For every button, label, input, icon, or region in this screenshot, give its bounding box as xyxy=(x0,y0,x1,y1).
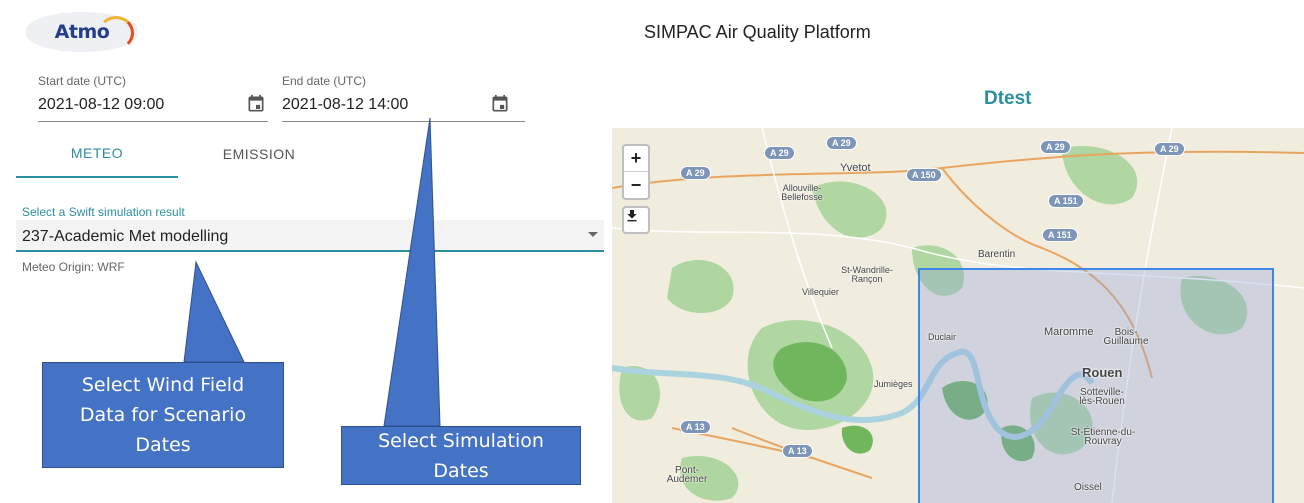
start-date-value[interactable]: 2021-08-12 09:00 xyxy=(38,96,164,114)
atmo-logo: Atmo xyxy=(26,12,138,52)
calendar-icon[interactable] xyxy=(490,94,510,114)
app-page: Atmo SIMPAC Air Quality Platform Start d… xyxy=(0,0,1304,503)
place-label: Sotteville-lès-Rouen xyxy=(1079,387,1125,407)
map-view[interactable]: A 29 A 29 A 29 A 150 A 29 A 29 A 151 A 1… xyxy=(612,128,1304,503)
road-label: A 29 xyxy=(826,136,857,150)
callout-simulation-dates: Select Simulation Dates xyxy=(341,426,581,485)
road-label: A 29 xyxy=(680,166,711,180)
place-label: Bois-Guillaume xyxy=(1103,327,1149,347)
road-label: A 29 xyxy=(1154,142,1185,156)
place-label: Yvetot xyxy=(840,162,871,174)
road-label: A 150 xyxy=(906,168,942,182)
place-label: Maromme xyxy=(1044,326,1094,338)
dropdown-arrow-icon[interactable] xyxy=(588,232,598,237)
place-label: Allouville-Bellefosse xyxy=(781,183,823,202)
scenario-name: Dtest xyxy=(984,88,1032,109)
place-label: Duclair xyxy=(928,332,957,342)
download-icon xyxy=(627,210,637,222)
place-label: St-Étienne-du-Rouvray xyxy=(1070,427,1136,447)
zoom-out-button[interactable]: − xyxy=(624,172,648,198)
tab-emission[interactable]: EMISSION xyxy=(178,130,340,178)
place-label: Oissel xyxy=(1074,482,1102,493)
road-label: A 151 xyxy=(1042,228,1078,242)
road-label: A 13 xyxy=(782,444,813,458)
calendar-icon[interactable] xyxy=(246,94,266,114)
end-date-label: End date (UTC) xyxy=(282,74,367,88)
app-title: SIMPAC Air Quality Platform xyxy=(644,22,871,42)
tab-bar: METEO EMISSION xyxy=(16,130,608,180)
road-label: A 29 xyxy=(764,146,795,160)
zoom-control: + − xyxy=(622,144,650,200)
download-button[interactable] xyxy=(622,206,650,234)
meteo-origin: Meteo Origin: WRF xyxy=(22,260,125,274)
tab-meteo[interactable]: METEO xyxy=(16,130,178,178)
zoom-in-button[interactable]: + xyxy=(624,146,648,172)
simulation-select[interactable]: 237-Academic Met modelling xyxy=(16,220,604,252)
road-label: A 151 xyxy=(1048,194,1084,208)
start-date-label: Start date (UTC) xyxy=(38,74,127,88)
logo-arc-icon xyxy=(98,16,134,50)
place-label: Jumièges xyxy=(874,379,913,389)
place-label: Pont-Audemer xyxy=(666,465,708,485)
callout-wind-field: Select Wind Field Data for Scenario Date… xyxy=(42,362,284,468)
start-date-field[interactable]: Start date (UTC) 2021-08-12 09:00 xyxy=(38,72,268,122)
end-date-value[interactable]: 2021-08-12 14:00 xyxy=(282,96,408,114)
simulation-select-value[interactable]: 237-Academic Met modelling xyxy=(22,228,228,246)
place-label: Villequier xyxy=(802,287,839,297)
simulation-select-label: Select a Swift simulation result xyxy=(22,205,185,219)
road-label: A 13 xyxy=(680,420,711,434)
place-label: Barentin xyxy=(978,249,1016,260)
simulation-domain-box xyxy=(918,268,1274,503)
end-date-field[interactable]: End date (UTC) 2021-08-12 14:00 xyxy=(282,72,525,122)
place-label: St-Wandrille-Rançon xyxy=(841,265,893,284)
road-label: A 29 xyxy=(1040,140,1071,154)
place-label: Rouen xyxy=(1082,365,1123,380)
